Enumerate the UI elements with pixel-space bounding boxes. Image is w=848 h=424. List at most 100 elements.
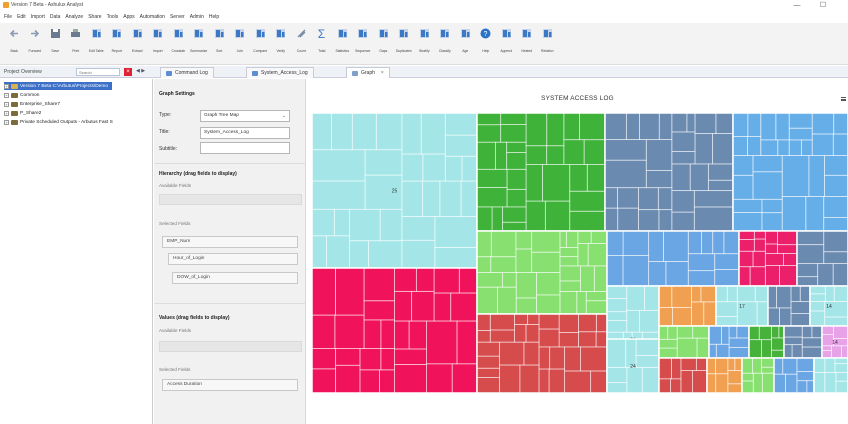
treemap-cell[interactable] [476, 313, 608, 394]
menu-item[interactable]: Edit [17, 14, 26, 20]
toolbar-button-verify[interactable]: Verify [271, 23, 292, 63]
toolbar-button-crosstab[interactable]: Crosstab [168, 23, 189, 63]
hierarchy-field-chip[interactable]: EMP_Num [162, 236, 298, 248]
toolbar-button-age[interactable]: Age [455, 23, 476, 63]
toolbar-button-help[interactable]: ? Help [476, 23, 497, 63]
tab-navigation-arrows[interactable]: ◀ ▶ [136, 68, 145, 74]
toolbar-button-import[interactable]: Import [148, 23, 169, 63]
treemap-cell[interactable] [658, 325, 710, 359]
treemap-cell[interactable]: 14 [821, 325, 848, 359]
expand-icon[interactable]: + [4, 83, 9, 89]
treemap-cell[interactable] [738, 230, 798, 287]
verify-icon [274, 27, 287, 40]
treemap-cell[interactable] [658, 357, 708, 394]
values-available-dropzone[interactable] [159, 341, 302, 352]
hierarchy-field-chip[interactable]: Hour_of_Login [168, 253, 298, 265]
toolbar-button-stratify[interactable]: Stratify [414, 23, 435, 63]
toolbar-button-compare[interactable]: Compare [250, 23, 271, 63]
maximize-button[interactable]: ☐ [816, 1, 830, 10]
toolbar-button-nested[interactable]: Nested [517, 23, 538, 63]
tab-graph[interactable]: Graph × [346, 67, 390, 78]
treemap-cell[interactable] [476, 230, 608, 315]
toolbar-button-join[interactable]: Join [230, 23, 251, 63]
toolbar-button-label: Join [236, 49, 243, 53]
treemap-cell[interactable] [606, 230, 740, 287]
treemap-cell[interactable] [658, 285, 717, 327]
toolbar-button-sequence[interactable]: Sequence [353, 23, 374, 63]
toolbar-button-append[interactable]: Append [496, 23, 517, 63]
tab-system-access-log[interactable]: System_Access_Log [246, 67, 314, 78]
close-tab-icon[interactable]: × [381, 70, 384, 76]
menu-item[interactable]: Admin [190, 14, 204, 20]
hierarchy-field-chip[interactable]: DOW_of_Login [172, 272, 298, 284]
toolbar-button-label: Summarize [190, 49, 208, 53]
treemap-cell[interactable] [767, 285, 811, 327]
close-project-icon[interactable]: × [124, 68, 132, 76]
tree-item[interactable]: + Common [4, 91, 39, 99]
tab-label: System_Access_Log [261, 70, 308, 76]
menu-item[interactable]: Help [209, 14, 219, 20]
toolbar-button-statistics[interactable]: Statistics [332, 23, 353, 63]
arrow-left-icon [8, 27, 21, 40]
menu-item[interactable]: Server [170, 14, 185, 20]
treemap-cell[interactable]: 25 [311, 112, 478, 269]
graph-type-select[interactable]: Graph Tree Map ⌄ [200, 110, 290, 122]
tree-item[interactable]: + Private Scheduled Outputs - Arbutus Fas… [4, 118, 113, 126]
toolbar-button-print[interactable]: Print [66, 23, 87, 63]
treemap-cell[interactable] [708, 325, 750, 359]
menu-item[interactable]: Apps [123, 14, 134, 20]
toolbar-button-duplicates[interactable]: Duplicates [394, 23, 415, 63]
treemap-cell[interactable] [732, 112, 848, 232]
graph-title-input[interactable]: System_Access_Log [200, 127, 290, 139]
expand-icon[interactable]: + [4, 101, 9, 107]
treemap-cell[interactable] [813, 357, 848, 394]
treemap-cell[interactable] [741, 357, 775, 394]
toolbar-button-count[interactable]: Count [291, 23, 312, 63]
expand-icon[interactable]: + [4, 92, 9, 98]
menu-item[interactable]: Tools [107, 14, 119, 20]
treemap-cell[interactable] [604, 112, 734, 232]
treemap-cell[interactable]: 14 [809, 285, 848, 327]
tree-item[interactable]: + Enterprise_Share7 [4, 100, 60, 108]
tree-item[interactable]: + Version 7 Beta C:\Arbutus\Projects\Demo [4, 82, 112, 90]
treemap-cell[interactable] [476, 112, 606, 232]
toolbar-button-total[interactable]: Σ Total [312, 23, 333, 63]
treemap-cell[interactable] [748, 325, 785, 359]
treemap-cell[interactable] [706, 357, 743, 394]
menu-item[interactable]: Data [50, 14, 61, 20]
toolbar-button-forward[interactable]: Forward [25, 23, 46, 63]
toolbar-button-edit-table[interactable]: Edit Table [86, 23, 107, 63]
toolbar-button-save[interactable]: Save [45, 23, 66, 63]
treemap-cell[interactable] [783, 325, 823, 359]
menu-item[interactable]: Share [88, 14, 101, 20]
treemap-cell[interactable]: 17 [715, 285, 769, 327]
menu-item[interactable]: Automation [140, 14, 165, 20]
menu-item[interactable]: Analyze [65, 14, 83, 20]
values-header: Values (drag fields to display) [159, 315, 230, 321]
toolbar-button-gaps[interactable]: Gaps [373, 23, 394, 63]
toolbar-button-back[interactable]: Back [4, 23, 25, 63]
minimize-button[interactable]: — [790, 1, 804, 10]
subtitle-label: Subtitle: [159, 146, 178, 152]
tab-command-log[interactable]: Command Log [160, 67, 214, 78]
expand-icon[interactable]: + [4, 119, 9, 125]
toolbar-button-report[interactable]: Report [107, 23, 128, 63]
toolbar-button-sort[interactable]: Sort [209, 23, 230, 63]
project-search-input[interactable] [76, 68, 120, 76]
treemap-cell[interactable] [773, 357, 815, 394]
menu-item[interactable]: File [4, 14, 12, 20]
tree-item[interactable]: + P_Share2 [4, 109, 41, 117]
toolbar-button-extract[interactable]: Extract [127, 23, 148, 63]
toolbar-button-summarize[interactable]: Summarize [189, 23, 210, 63]
values-field-chip[interactable]: Access Duration [162, 379, 298, 391]
toolbar-button-classify[interactable]: Classify [435, 23, 456, 63]
treemap-cell[interactable] [311, 267, 478, 394]
hierarchy-available-dropzone[interactable] [159, 194, 302, 205]
graph-subtitle-input[interactable] [200, 142, 290, 154]
menu-item[interactable]: Import [31, 14, 45, 20]
expand-icon[interactable]: + [4, 110, 9, 116]
toolbar-button-relation[interactable]: Relation [537, 23, 558, 63]
treemap-cell[interactable]: 24 [606, 338, 660, 394]
treemap-cell-label: 14 [832, 340, 838, 346]
treemap-cell[interactable] [796, 230, 848, 287]
